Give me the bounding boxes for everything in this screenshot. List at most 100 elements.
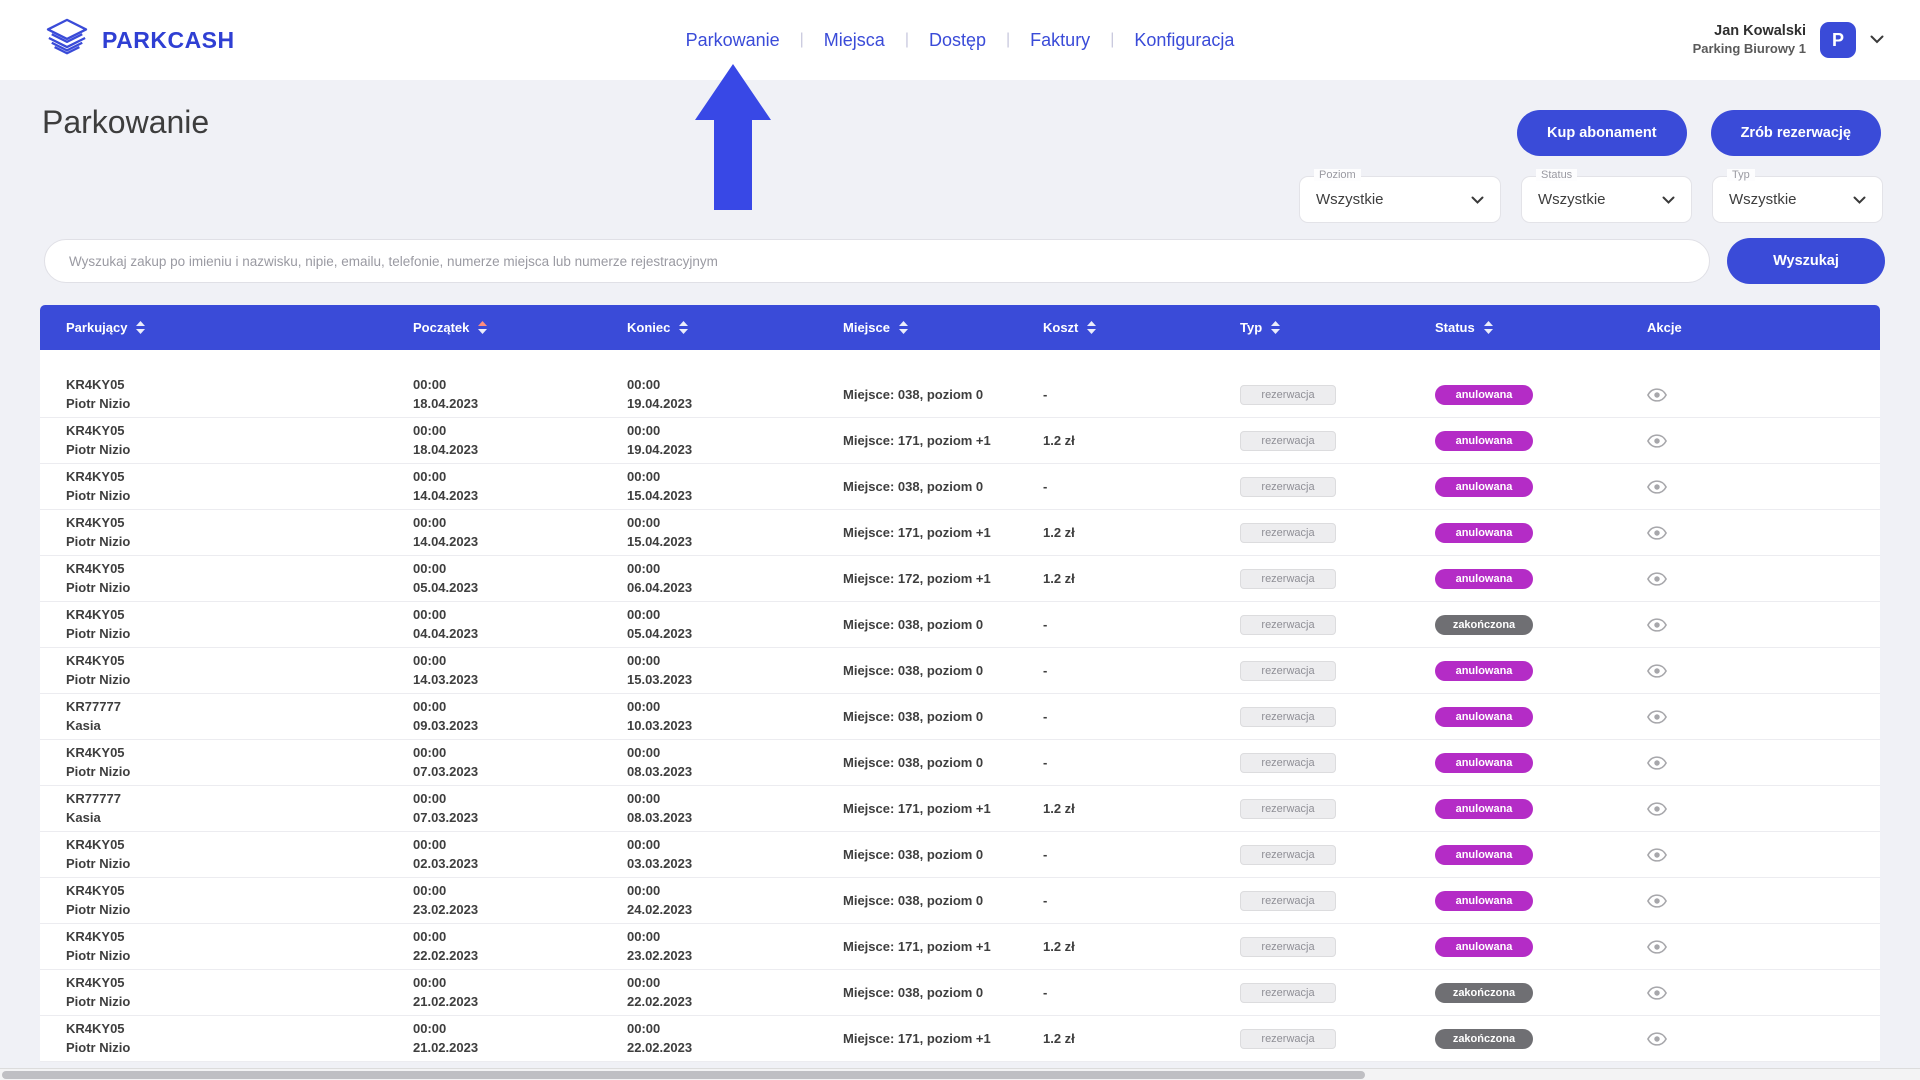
view-details-eye-icon[interactable]: [1647, 526, 1667, 540]
type-chip: rezerwacja: [1240, 523, 1336, 543]
cell-akcje: [1633, 572, 1880, 586]
cell-koszt: -: [1043, 617, 1240, 632]
cell-akcje: [1633, 618, 1880, 632]
cell-typ: rezerwacja: [1240, 937, 1435, 957]
nav-item-konfiguracja[interactable]: Konfiguracja: [1114, 30, 1254, 51]
cell-poczatek: 00:00 02.03.2023: [413, 836, 627, 874]
make-reservation-button[interactable]: Zrób rezerwację: [1711, 110, 1881, 156]
end-date: 15.04.2023: [627, 487, 692, 506]
end-time: 00:00: [627, 376, 692, 395]
cell-typ: rezerwacja: [1240, 1029, 1435, 1049]
cell-akcje: [1633, 940, 1880, 954]
sort-icon-active-asc[interactable]: [478, 321, 487, 334]
type-chip: rezerwacja: [1240, 891, 1336, 911]
user-info: Jan Kowalski Parking Biurowy 1: [1693, 22, 1806, 58]
cell-poczatek: 00:00 23.02.2023: [413, 882, 627, 920]
start-date: 07.03.2023: [413, 763, 478, 782]
view-details-eye-icon[interactable]: [1647, 894, 1667, 908]
cost-label: -: [1043, 847, 1047, 862]
search-button[interactable]: Wyszukaj: [1727, 238, 1885, 284]
view-details-eye-icon[interactable]: [1647, 618, 1667, 632]
view-details-eye-icon[interactable]: [1647, 388, 1667, 402]
plate-number: KR4KY05: [66, 1020, 130, 1039]
column-header-poczatek[interactable]: Początek: [413, 320, 627, 335]
filter-status-select[interactable]: Status Wszystkie: [1521, 176, 1692, 223]
cost-label: -: [1043, 709, 1047, 724]
cost-label: 1.2 zł: [1043, 801, 1075, 816]
nav-item-faktury[interactable]: Faktury: [1010, 30, 1110, 51]
cell-koniec: 00:00 24.02.2023: [627, 882, 843, 920]
view-details-eye-icon[interactable]: [1647, 480, 1667, 494]
nav-item-dostep[interactable]: Dostęp: [909, 30, 1006, 51]
column-header-parkujacy[interactable]: Parkujący: [40, 320, 413, 335]
view-details-eye-icon[interactable]: [1647, 664, 1667, 678]
cell-akcje: [1633, 894, 1880, 908]
cell-poczatek: 00:00 14.03.2023: [413, 652, 627, 690]
cost-label: -: [1043, 755, 1047, 770]
cell-status: anulowana: [1435, 845, 1633, 865]
buy-subscription-button[interactable]: Kup abonament: [1517, 110, 1687, 156]
filter-poziom-select[interactable]: Poziom Wszystkie: [1299, 176, 1501, 223]
type-chip: rezerwacja: [1240, 615, 1336, 635]
scrollbar-thumb[interactable]: [2, 1071, 1365, 1079]
column-header-koszt[interactable]: Koszt: [1043, 320, 1240, 335]
plate-number: KR4KY05: [66, 606, 130, 625]
sort-icon[interactable]: [1087, 321, 1096, 334]
view-details-eye-icon[interactable]: [1647, 434, 1667, 448]
parker-name: Piotr Nizio: [66, 901, 130, 920]
cell-miejsce: Miejsce: 038, poziom 0: [843, 663, 1043, 678]
cell-typ: rezerwacja: [1240, 753, 1435, 773]
chevron-down-icon[interactable]: [1870, 31, 1884, 49]
column-header-typ[interactable]: Typ: [1240, 320, 1435, 335]
sort-icon[interactable]: [1484, 321, 1493, 334]
cell-miejsce: Miejsce: 038, poziom 0: [843, 847, 1043, 862]
sort-icon[interactable]: [136, 321, 145, 334]
cell-koszt: -: [1043, 479, 1240, 494]
brand[interactable]: PARKCASH: [44, 0, 235, 80]
parker-name: Piotr Nizio: [66, 625, 130, 644]
user-menu[interactable]: Jan Kowalski Parking Biurowy 1 P: [1693, 0, 1884, 80]
start-time: 00:00: [413, 836, 478, 855]
view-details-eye-icon[interactable]: [1647, 802, 1667, 816]
cell-akcje: [1633, 802, 1880, 816]
status-badge: anulowana: [1435, 753, 1533, 773]
cell-typ: rezerwacja: [1240, 799, 1435, 819]
cell-status: anulowana: [1435, 477, 1633, 497]
parker-name: Piotr Nizio: [66, 763, 130, 782]
start-time: 00:00: [413, 468, 478, 487]
avatar[interactable]: P: [1820, 22, 1856, 58]
column-header-status[interactable]: Status: [1435, 320, 1633, 335]
cell-parkujacy: KR4KY05 Piotr Nizio: [40, 468, 413, 506]
start-date: 21.02.2023: [413, 1039, 478, 1058]
view-details-eye-icon[interactable]: [1647, 848, 1667, 862]
sort-icon[interactable]: [679, 321, 688, 334]
sort-icon[interactable]: [899, 321, 908, 334]
cell-akcje: [1633, 986, 1880, 1000]
start-time: 00:00: [413, 606, 478, 625]
view-details-eye-icon[interactable]: [1647, 986, 1667, 1000]
sort-icon[interactable]: [1271, 321, 1280, 334]
column-header-koniec[interactable]: Koniec: [627, 320, 843, 335]
end-date: 06.04.2023: [627, 579, 692, 598]
user-parking-name: Parking Biurowy 1: [1693, 41, 1806, 58]
view-details-eye-icon[interactable]: [1647, 756, 1667, 770]
view-details-eye-icon[interactable]: [1647, 940, 1667, 954]
nav-item-parkowanie[interactable]: Parkowanie: [666, 30, 800, 51]
nav-item-miejsca[interactable]: Miejsca: [804, 30, 905, 51]
cell-koniec: 00:00 06.04.2023: [627, 560, 843, 598]
column-header-miejsce[interactable]: Miejsce: [843, 320, 1043, 335]
cost-label: -: [1043, 985, 1047, 1000]
parker-name: Piotr Nizio: [66, 671, 130, 690]
view-details-eye-icon[interactable]: [1647, 710, 1667, 724]
view-details-eye-icon[interactable]: [1647, 1032, 1667, 1046]
horizontal-scrollbar[interactable]: [0, 1068, 1920, 1080]
end-date: 03.03.2023: [627, 855, 692, 874]
end-time: 00:00: [627, 836, 692, 855]
search-input[interactable]: [44, 239, 1710, 283]
cell-miejsce: Miejsce: 171, poziom +1: [843, 1031, 1043, 1046]
place-label: Miejsce: 038, poziom 0: [843, 479, 983, 494]
view-details-eye-icon[interactable]: [1647, 572, 1667, 586]
filter-typ-select[interactable]: Typ Wszystkie: [1712, 176, 1883, 223]
cell-typ: rezerwacja: [1240, 707, 1435, 727]
parker-name: Piotr Nizio: [66, 993, 130, 1012]
